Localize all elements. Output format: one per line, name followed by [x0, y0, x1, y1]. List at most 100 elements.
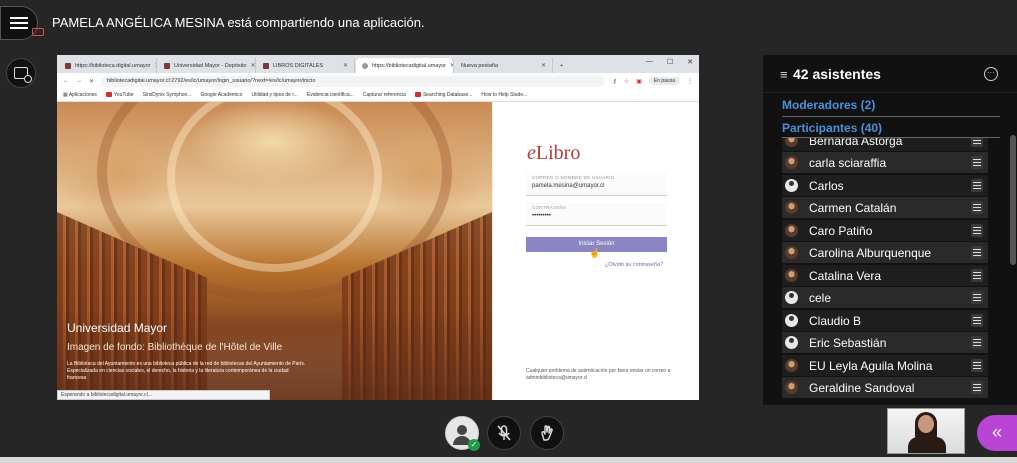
hamburger-icon [10, 17, 28, 29]
participant-row[interactable]: Bernarda Astorga [782, 138, 988, 151]
participant-row[interactable]: Geraldine Sandoval [782, 377, 988, 398]
bookmark-item[interactable]: Evidencia científica... [307, 92, 354, 98]
bookmark-item[interactable]: Utilidad y tipos de r... [251, 92, 297, 98]
stop-icon[interactable]: ✕ [89, 78, 94, 85]
avatar [785, 201, 798, 214]
youtube-icon [105, 92, 112, 98]
close-window-icon[interactable]: ✕ [687, 58, 693, 66]
close-tab-icon[interactable]: ✕ [541, 62, 546, 69]
back-icon[interactable]: ← [63, 78, 69, 84]
screen-share-button[interactable] [6, 58, 36, 88]
participant-options-icon[interactable] [971, 179, 983, 192]
avatar [785, 156, 798, 169]
participant-options-icon[interactable] [971, 138, 983, 147]
forward-icon[interactable]: → [76, 78, 82, 84]
youtube-icon [414, 92, 421, 98]
participant-options-icon[interactable] [971, 336, 983, 349]
bookmark-item[interactable]: Google Académico [200, 92, 242, 98]
screen-share-icon [14, 67, 32, 83]
browser-menu-icon[interactable]: ⋮ [687, 78, 693, 85]
participant-row[interactable]: Carlos [782, 175, 988, 196]
browser-tab-active[interactable]: https://bibliotecadigital.umayor✕ [356, 58, 454, 73]
microphone-button[interactable] [487, 416, 521, 450]
participant-row[interactable]: Claudio B [782, 310, 988, 331]
participant-list-scrollbar[interactable] [1010, 135, 1016, 265]
bookmark-item[interactable]: SirsiDynix Symphon... [143, 92, 192, 98]
participant-options-icon[interactable] [971, 269, 983, 282]
username-label: CORREO O NOMBRE DE USUARIO [532, 175, 615, 180]
participant-list: Bernarda Astorga carla sciaraffia Carlos… [782, 138, 988, 403]
participants-section[interactable]: Participantes (40) [782, 121, 882, 135]
url-field[interactable]: bibliotecadigital.umayor.cl:2792/es/lc/u… [101, 75, 606, 87]
avatar [785, 359, 798, 372]
moderators-section[interactable]: Moderadores (2) [782, 98, 875, 112]
close-tab-icon[interactable]: ✕ [450, 62, 453, 69]
background-description: La Biblioteca del Ayuntamiento es una bi… [67, 361, 306, 381]
bookmark-item[interactable]: Searching Database... [414, 92, 472, 98]
browser-tab[interactable]: Universidad Mayor - Depósito ✕ [158, 58, 256, 73]
attendees-icon: ≡ [780, 67, 788, 82]
university-title: Universidad Mayor [67, 321, 168, 335]
window-controls: — ☐ ✕ [646, 58, 693, 66]
double-chevron-left-icon: « [991, 422, 1002, 442]
minimize-icon[interactable]: — [646, 58, 653, 66]
extension-icon[interactable]: ▣ [636, 78, 642, 85]
participant-row[interactable]: carla sciaraffia [782, 152, 988, 173]
participant-row[interactable]: EU Leyla Aguila Molina [782, 355, 988, 376]
favicon-icon [65, 62, 71, 69]
bookmark-item[interactable]: How to Help Stude... [481, 92, 527, 98]
more-options-icon[interactable]: ··· [984, 67, 998, 81]
participant-options-icon[interactable] [971, 291, 983, 304]
recording-icon [32, 28, 44, 36]
participant-options-icon[interactable] [971, 381, 983, 394]
webcam-shirt [908, 437, 946, 453]
bookmark-item[interactable]: Capturar referencia [363, 92, 406, 98]
close-tab-icon[interactable]: ✕ [155, 62, 156, 69]
maximize-icon[interactable]: ☐ [667, 58, 673, 66]
webcam-thumbnail[interactable] [887, 408, 965, 454]
sync-paused-badge[interactable]: En pausa [648, 77, 680, 85]
password-field[interactable]: CONTRASEÑA ••••••••• [526, 202, 667, 226]
attendees-header: ≡ 42 asistentes ··· [763, 55, 1017, 93]
participant-row[interactable]: Carmen Catalán [782, 197, 988, 218]
participant-row[interactable]: cele [782, 287, 988, 308]
participant-options-icon[interactable] [971, 359, 983, 372]
my-status-button[interactable]: ✓ [445, 416, 480, 451]
address-bar-row: ← → ✕ bibliotecadigital.umayor.cl:2792/e… [57, 73, 699, 89]
bookmark-item[interactable]: ▦ Aplicaciones [63, 92, 97, 98]
key-icon[interactable]: ⚷ [612, 78, 616, 85]
attendees-count: 42 asistentes [793, 66, 881, 82]
raise-hand-button[interactable] [530, 416, 564, 450]
new-tab-button[interactable]: + [554, 58, 570, 73]
participant-row[interactable]: Catalina Vera [782, 265, 988, 286]
participant-row[interactable]: Caro Patiño [782, 220, 988, 241]
browser-tab[interactable]: Nueva pestaña ✕ [455, 58, 553, 73]
library-background-image: Universidad Mayor Imagen de fondo: Bibli… [57, 102, 492, 400]
share-title: PAMELA ANGÉLICA MESINA está compartiendo… [52, 15, 425, 30]
elibro-logo: eLibro [527, 142, 581, 164]
forgot-password-link[interactable]: ¿Olvidó su contraseña? [605, 262, 663, 268]
close-tab-icon[interactable]: ✕ [343, 62, 348, 69]
loading-icon [362, 62, 368, 69]
avatar [785, 224, 798, 237]
participant-options-icon[interactable] [971, 224, 983, 237]
browser-tab[interactable]: https://biblioteca.digital.umayor✕ [59, 58, 157, 73]
avatar [785, 291, 798, 304]
participant-row[interactable]: Eric Sebastián [782, 332, 988, 353]
collapse-panel-button[interactable]: « [977, 415, 1017, 451]
participant-options-icon[interactable] [971, 314, 983, 327]
close-tab-icon[interactable]: ✕ [250, 62, 255, 69]
browser-tab-strip: https://biblioteca.digital.umayor✕ Unive… [57, 55, 699, 73]
participant-options-icon[interactable] [971, 201, 983, 214]
favicon-icon [164, 62, 170, 69]
mic-muted-icon [497, 425, 511, 441]
participant-options-icon[interactable] [971, 246, 983, 259]
browser-tab[interactable]: LIBROS DIGITALES ✕ [257, 58, 355, 73]
username-value: pamela.mesina@umayor.cl [532, 183, 605, 189]
avatar [785, 314, 798, 327]
star-icon[interactable]: ☆ [624, 78, 629, 85]
participant-options-icon[interactable] [971, 156, 983, 169]
username-field[interactable]: CORREO O NOMBRE DE USUARIO pamela.mesina… [526, 172, 667, 196]
participant-row[interactable]: Carolina Alburquenque [782, 242, 988, 263]
bookmark-item[interactable]: YouTube [105, 92, 134, 98]
